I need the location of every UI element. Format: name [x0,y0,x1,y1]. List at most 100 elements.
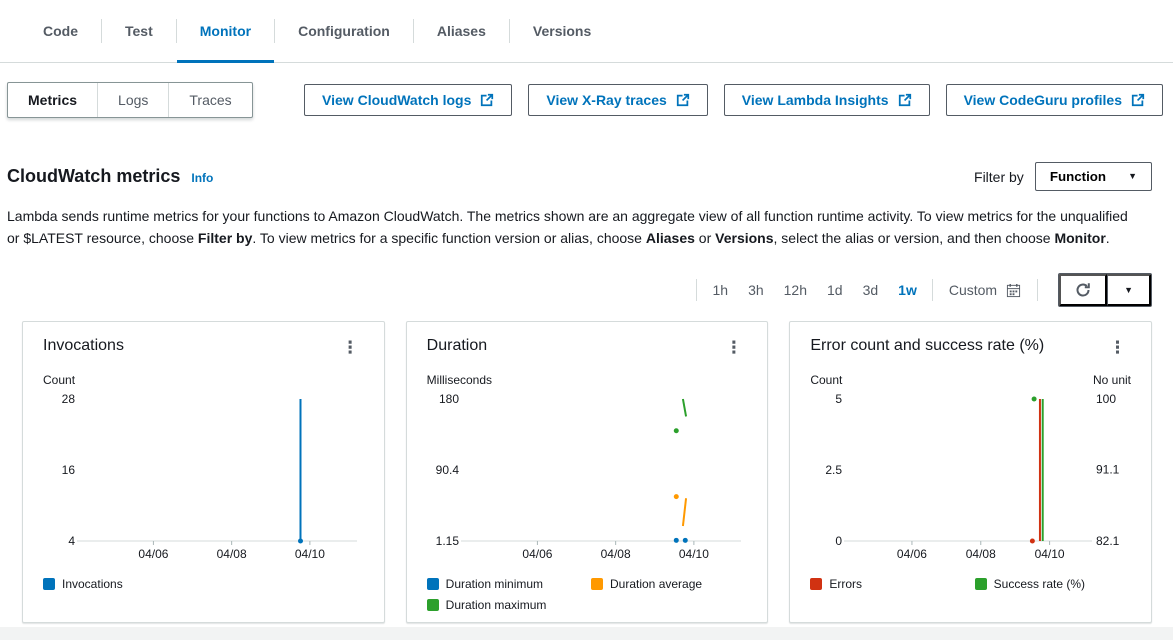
tab-label: Versions [533,23,591,39]
range-3h[interactable]: 3h [738,282,774,298]
svg-text:90.4: 90.4 [435,463,459,477]
tab-label: Configuration [298,23,390,39]
legend-item[interactable]: Duration maximum [427,598,583,612]
y-axis-unit-label: Milliseconds [427,373,492,387]
refresh-options-button[interactable]: ▼ [1107,274,1151,306]
subtab-logs[interactable]: Logs [98,83,169,117]
legend-item[interactable]: Errors [810,577,966,591]
tab-label: Monitor [200,23,251,39]
svg-text:82.1: 82.1 [1096,534,1120,548]
invocations-chart: 04/0604/0804/1028164 [43,389,363,567]
svg-text:1.15: 1.15 [435,534,459,548]
legend-swatch [591,578,603,590]
tab-label: Test [125,23,153,39]
monitor-toolbar: Metrics Logs Traces View CloudWatch logs… [7,82,1163,118]
custom-range-button[interactable]: Custom [938,282,1032,298]
refresh-button[interactable] [1059,274,1107,306]
info-link[interactable]: Info [191,171,213,185]
time-range-bar: 1h 3h 12h 1d 3d 1w Custom ▼ [21,273,1152,307]
legend-swatch [427,599,439,611]
tab-configuration[interactable]: Configuration [275,0,413,62]
svg-text:04/08: 04/08 [966,547,996,561]
svg-text:28: 28 [62,392,76,406]
svg-text:04/06: 04/06 [522,547,552,561]
subtab-traces[interactable]: Traces [169,83,251,117]
view-xray-traces-button[interactable]: View X-Ray traces [528,84,707,116]
tab-label: Aliases [437,23,486,39]
divider [696,279,697,301]
external-link-icon [480,93,494,107]
y-axis-unit-label: Count [810,373,842,387]
refresh-split-button: ▼ [1058,273,1152,307]
kebab-menu-icon[interactable]: ⋮ [337,337,364,358]
tab-code[interactable]: Code [20,0,101,62]
function-tabs: Code Test Monitor Configuration Aliases … [0,0,1173,63]
metrics-cards: Invocations ⋮ Count 04/0604/0804/1028164… [22,321,1152,623]
subtab-label: Logs [118,92,148,108]
filter-by-control: Filter by Function ▼ [974,162,1152,191]
legend-swatch [43,578,55,590]
custom-label: Custom [949,282,997,298]
subtab-label: Metrics [28,92,77,108]
page-title: CloudWatch metrics [7,166,180,187]
chart-title: Error count and success rate (%) [810,337,1044,355]
subtab-metrics[interactable]: Metrics [8,83,98,117]
button-label: View X-Ray traces [546,92,666,108]
error-success-card: Error count and success rate (%) ⋮ Count… [789,321,1152,623]
invocations-card: Invocations ⋮ Count 04/0604/0804/1028164… [22,321,385,623]
view-lambda-insights-button[interactable]: View Lambda Insights [724,84,930,116]
range-12h[interactable]: 12h [774,282,817,298]
legend-label: Duration maximum [446,598,547,612]
view-cloudwatch-logs-button[interactable]: View CloudWatch logs [304,84,512,116]
external-actions: View CloudWatch logs View X-Ray traces V… [304,84,1163,116]
legend-item[interactable]: Invocations [43,577,364,591]
svg-text:5: 5 [836,392,843,406]
page-background-strip [0,627,1173,640]
error-success-chart: 04/0604/0804/1052.5010091.182.1 [810,389,1130,567]
tab-versions[interactable]: Versions [510,0,614,62]
svg-text:04/10: 04/10 [295,547,325,561]
range-1d[interactable]: 1d [817,282,853,298]
filter-by-value: Function [1050,169,1106,184]
tab-test[interactable]: Test [102,0,176,62]
chart-legend: Duration minimum Duration average Durati… [427,577,748,612]
description-text: Lambda sends runtime metrics for your fu… [7,205,1133,249]
chart-legend: Invocations [43,577,364,591]
view-codeguru-profiles-button[interactable]: View CodeGuru profiles [946,84,1163,116]
kebab-menu-icon[interactable]: ⋮ [720,337,747,358]
range-3d[interactable]: 3d [853,282,889,298]
svg-text:180: 180 [439,392,459,406]
button-label: View CloudWatch logs [322,92,471,108]
duration-chart: 04/0604/0804/1018090.41.15 [427,389,747,567]
legend-swatch [427,578,439,590]
legend-label: Duration minimum [446,577,543,591]
svg-text:91.1: 91.1 [1096,463,1120,477]
svg-text:4: 4 [68,534,75,548]
chevron-down-icon: ▼ [1124,286,1133,295]
legend-item[interactable]: Duration average [591,577,747,591]
range-1w[interactable]: 1w [888,282,927,298]
svg-text:04/06: 04/06 [138,547,168,561]
tab-monitor[interactable]: Monitor [177,0,274,62]
monitor-subtabs: Metrics Logs Traces [7,82,253,118]
svg-text:04/10: 04/10 [1035,547,1065,561]
page-header: CloudWatch metrics Info Filter by Functi… [7,162,1152,191]
range-1h[interactable]: 1h [702,282,738,298]
chevron-down-icon: ▼ [1128,172,1137,181]
legend-swatch [810,578,822,590]
legend-item[interactable]: Success rate (%) [975,577,1131,591]
tab-aliases[interactable]: Aliases [414,0,509,62]
filter-by-label: Filter by [974,169,1024,185]
legend-label: Errors [829,577,862,591]
refresh-icon [1075,282,1091,298]
filter-by-select[interactable]: Function ▼ [1035,162,1152,191]
legend-label: Success rate (%) [994,577,1085,591]
kebab-menu-icon[interactable]: ⋮ [1104,337,1131,358]
subtab-label: Traces [189,92,231,108]
svg-text:0: 0 [836,534,843,548]
divider [1037,279,1038,301]
tab-label: Code [43,23,78,39]
legend-item[interactable]: Duration minimum [427,577,583,591]
external-link-icon [1131,93,1145,107]
divider [932,279,933,301]
